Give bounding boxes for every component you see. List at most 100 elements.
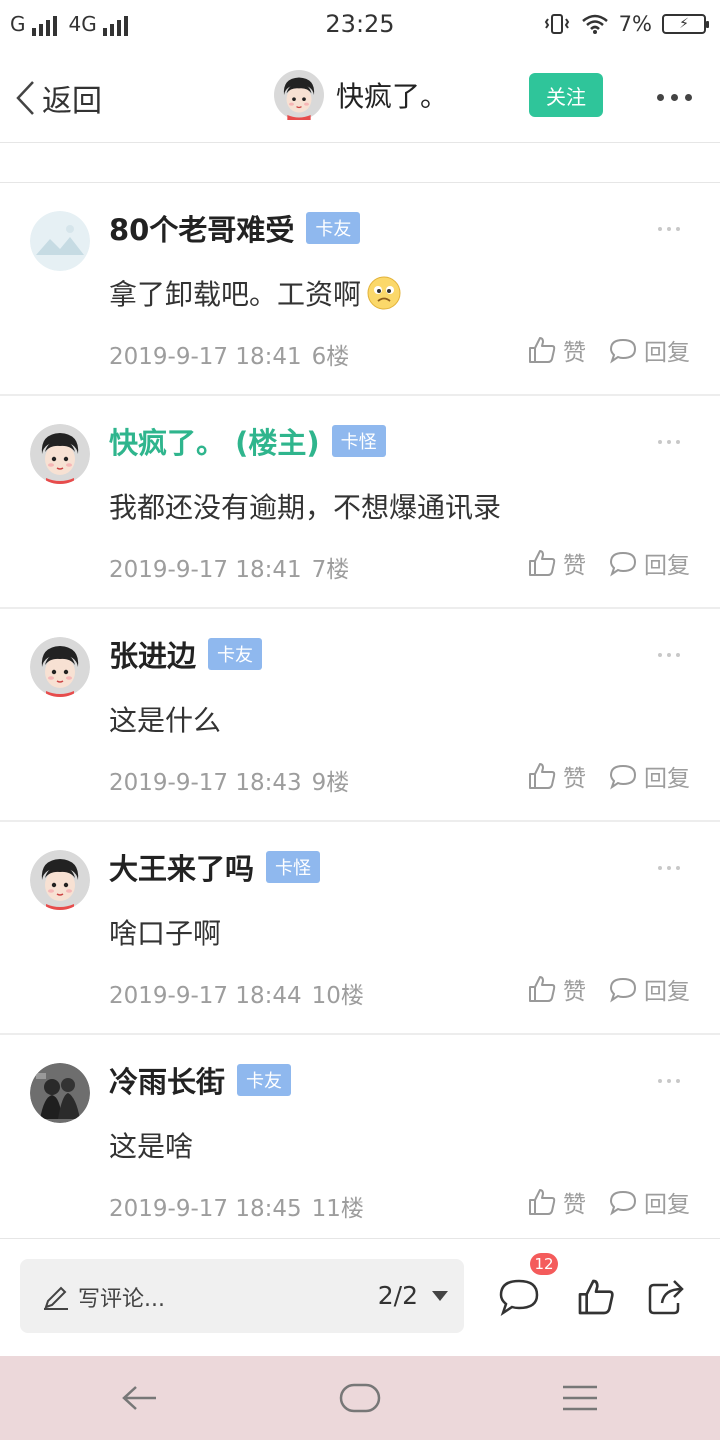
comment-meta: 2019-9-17 18:45 11楼 [109,1189,364,1223]
thumbs-up-icon [529,763,556,789]
like-button[interactable]: 赞 [527,972,586,1006]
comment-meta: 2019-9-17 18:41 7楼 [109,550,349,584]
comment-username[interactable]: 大王来了吗 卡怪 [109,846,321,888]
comment-date: 2019-9-17 18:43 [109,770,302,796]
username-text: 张进边 [109,639,197,673]
header-user[interactable]: 快疯了。 [274,70,448,120]
comment-date: 2019-9-17 18:41 [109,344,302,370]
comment-text: 这是啥 [109,1130,194,1163]
username-text: 大王来了吗 [109,852,255,886]
reply-button[interactable]: 回复 [608,546,690,580]
speech-bubble-icon [609,551,637,577]
comment-placeholder: 写评论... [42,1281,165,1313]
like-label: 赞 [563,1192,586,1218]
wifi-icon [581,14,608,34]
comment-date: 2019-9-17 18:44 [109,983,302,1009]
comment-item: 冷雨长街 卡友 这是啥 2019-9-17 18:45 11楼 赞 回复 [0,1035,720,1248]
top-nav-header: 返回 快疯了。 关注 [0,50,720,143]
like-button[interactable]: 赞 [527,333,586,367]
back-arrow-icon[interactable] [120,1382,160,1414]
comment-username[interactable]: 冷雨长街 卡友 [109,1059,292,1101]
comment-more-button[interactable] [658,440,680,444]
thumbs-up-icon [529,976,556,1002]
thumbs-up-icon [529,337,556,363]
avatar[interactable] [30,211,90,271]
pencil-icon [44,1286,68,1310]
comment-username[interactable]: 80个老哥难受 卡友 [109,207,361,249]
comment-item: 大王来了吗 卡怪 啥口子啊 2019-9-17 18:44 10楼 赞 回复 [0,822,720,1035]
more-options-button[interactable] [657,94,692,101]
reply-label: 回复 [644,766,690,792]
status-right: 7% ⚡ [543,12,709,36]
follow-button[interactable]: 关注 [529,73,603,117]
thumbs-up-icon[interactable] [576,1277,616,1317]
like-button[interactable]: 赞 [527,546,586,580]
comment-username[interactable]: 张进边 卡友 [109,633,263,675]
system-nav-bar [0,1356,720,1440]
reply-button[interactable]: 回复 [608,759,690,793]
avatar[interactable] [30,850,90,910]
comment-actions: 赞 回复 [527,546,690,580]
write-comment-input[interactable]: 写评论... 2/2 [20,1259,464,1333]
like-label: 赞 [563,553,586,579]
reply-label: 回复 [644,979,690,1005]
user-tag-badge: 卡友 [208,638,263,670]
user-tag-badge: 卡怪 [331,425,386,457]
comment-text: 这是什么 [109,704,222,737]
vibrate-icon [544,14,569,34]
comment-more-button[interactable] [658,227,680,231]
floor-number: 10楼 [311,983,364,1009]
comment-text: 我都还没有逾期，不想爆通讯录 [109,491,502,524]
comment-more-button[interactable] [658,1079,680,1083]
floor-number: 9楼 [311,770,350,796]
username-text: 快疯了。 (楼主) [109,426,320,460]
comment-text-content: 拿了卸载吧。工资啊 [109,278,362,311]
comment-meta: 2019-9-17 18:43 9楼 [109,763,349,797]
share-icon[interactable] [646,1277,686,1317]
comment-placeholder-text: 写评论... [78,1287,165,1312]
header-username: 快疯了。 [336,80,449,113]
like-button[interactable]: 赞 [527,1185,586,1219]
thumbs-up-icon [529,550,556,576]
comment-item: 张进边 卡友 这是什么 2019-9-17 18:43 9楼 赞 回复 [0,609,720,822]
triangle-down-icon [432,1290,448,1301]
comment-meta: 2019-9-17 18:41 6楼 [109,337,349,371]
comment-meta: 2019-9-17 18:44 10楼 [109,976,364,1010]
back-button[interactable]: 返回 [14,76,102,120]
comment-more-button[interactable] [658,866,680,870]
comment-item: 快疯了。 (楼主) 卡怪 我都还没有逾期，不想爆通讯录 2019-9-17 18… [0,396,720,609]
reply-button[interactable]: 回复 [608,333,690,367]
username-text: 80个老哥难受 [109,213,295,247]
chevron-left-icon [16,81,34,115]
status-bar: G 4G 23:25 7% ⚡ [0,0,720,50]
reply-button[interactable]: 回复 [608,1185,690,1219]
battery-icon: ⚡ [662,14,709,34]
avatar[interactable] [30,637,90,697]
speech-bubble-icon [609,764,637,790]
comment-actions: 赞 回复 [527,1185,690,1219]
comment-list: 80个老哥难受 卡友 拿了卸载吧。工资啊 2019-9-17 18:41 6楼 赞… [0,183,720,1248]
like-label: 赞 [563,766,586,792]
comment-username[interactable]: 快疯了。 (楼主) 卡怪 [109,420,386,462]
comment-text: 啥口子啊 [109,917,222,950]
reply-button[interactable]: 回复 [608,972,690,1006]
comment-date: 2019-9-17 18:41 [109,557,302,583]
floor-number: 7楼 [311,557,350,583]
avatar [274,70,324,120]
reply-label: 回复 [644,553,690,579]
back-label: 返回 [42,84,102,119]
comment-bubble-icon[interactable] [498,1277,540,1317]
avatar[interactable] [30,424,90,484]
home-icon[interactable] [338,1382,382,1414]
comment-text: 拿了卸载吧。工资啊 [109,273,401,313]
speech-bubble-icon [609,338,637,364]
speech-bubble-icon [609,977,637,1003]
avatar[interactable] [30,1063,90,1123]
page-selector[interactable]: 2/2 [378,1281,448,1310]
comment-more-button[interactable] [658,653,680,657]
like-button[interactable]: 赞 [527,759,586,793]
comment-item: 80个老哥难受 卡友 拿了卸载吧。工资啊 2019-9-17 18:41 6楼 赞… [0,183,720,396]
menu-icon[interactable] [560,1382,600,1414]
comment-date: 2019-9-17 18:45 [109,1196,302,1222]
battery-percent: 7% [618,12,652,36]
